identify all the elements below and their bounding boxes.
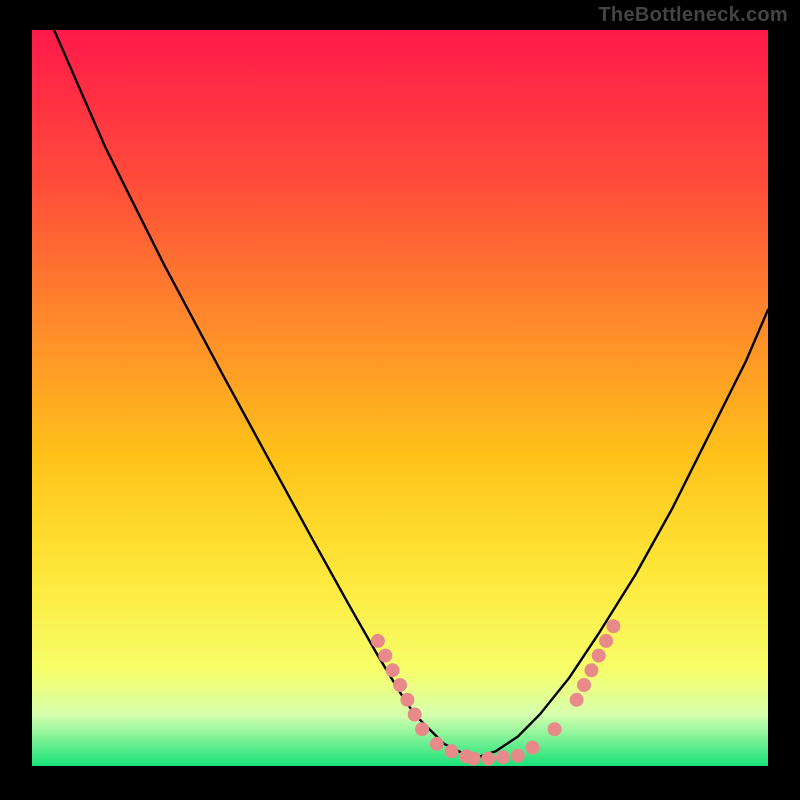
- highlight-marker: [592, 649, 606, 663]
- highlight-marker: [378, 649, 392, 663]
- highlight-marker: [430, 737, 444, 751]
- highlight-marker: [445, 744, 459, 758]
- highlight-marker: [548, 722, 562, 736]
- highlight-marker: [415, 722, 429, 736]
- highlight-marker: [371, 634, 385, 648]
- highlight-marker: [386, 663, 400, 677]
- highlight-marker: [599, 634, 613, 648]
- highlight-marker: [511, 749, 525, 763]
- highlight-marker: [481, 752, 495, 766]
- chart-container: TheBottleneck.com: [0, 0, 800, 800]
- highlight-marker: [526, 741, 540, 755]
- highlight-marker: [467, 752, 481, 766]
- highlight-marker: [606, 619, 620, 633]
- bottleneck-chart: [0, 0, 800, 800]
- highlight-marker: [577, 678, 591, 692]
- highlight-marker: [584, 663, 598, 677]
- highlight-marker: [400, 693, 414, 707]
- highlight-marker: [393, 678, 407, 692]
- highlight-marker: [408, 708, 422, 722]
- highlight-marker: [496, 750, 510, 764]
- gradient-background: [32, 30, 768, 766]
- highlight-marker: [570, 693, 584, 707]
